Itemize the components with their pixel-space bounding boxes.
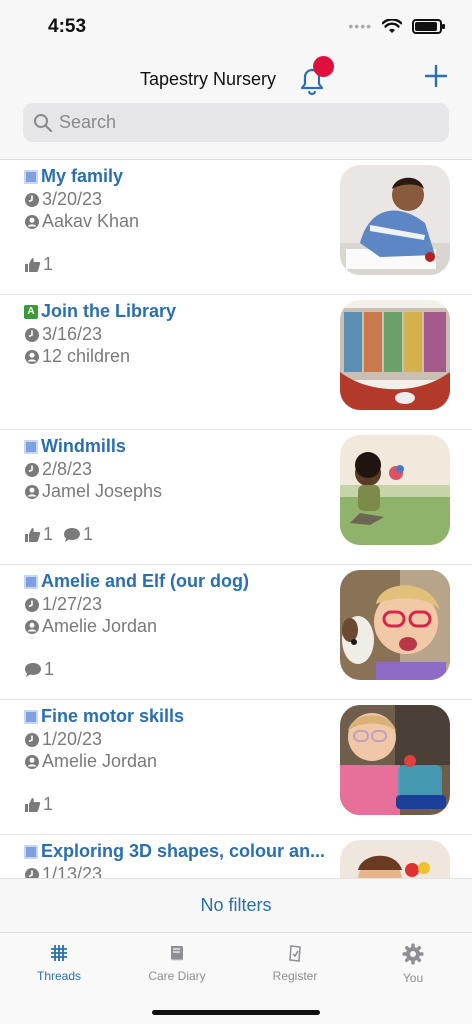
thread-date: 3/20/23	[24, 189, 102, 210]
thread-counts: 1	[24, 254, 53, 275]
register-icon	[289, 945, 301, 962]
thread-thumbnail[interactable]	[340, 165, 450, 275]
thread-date: 2/8/23	[24, 459, 92, 480]
thread-row[interactable]: Exploring 3D shapes, colour an... 1/13/2…	[0, 835, 472, 878]
thread-counts: 1 1	[24, 524, 93, 545]
observation-icon	[24, 439, 38, 454]
thread-thumbnail[interactable]	[340, 435, 450, 545]
search-input[interactable]: Search	[23, 103, 449, 142]
thread-row[interactable]: Windmills 2/8/23 Jamel Josephs 1 1	[0, 430, 472, 565]
like-count[interactable]: 1	[24, 524, 53, 545]
thread-title[interactable]: Amelie and Elf (our dog)	[24, 571, 330, 592]
thread-thumbnail[interactable]	[340, 840, 450, 878]
thread-title[interactable]: A Join the Library	[24, 301, 330, 322]
status-icons: ••••	[348, 18, 445, 34]
book-icon	[170, 946, 183, 961]
add-icon[interactable]	[422, 62, 450, 90]
filter-button[interactable]: No filters	[200, 895, 271, 916]
status-time: 4:53	[48, 16, 87, 37]
wifi-icon	[382, 18, 402, 33]
tab-threads[interactable]: Threads	[0, 933, 118, 1024]
thread-thumbnail[interactable]	[340, 570, 450, 680]
comment-icon	[25, 662, 41, 677]
clock-icon	[25, 192, 39, 207]
thread-counts: 1	[24, 659, 54, 680]
thread-title[interactable]: My family	[24, 166, 330, 187]
tab-bar: Threads Care Diary Register You	[0, 932, 472, 1024]
thread-row[interactable]: Fine motor skills 1/20/23 Amelie Jordan …	[0, 700, 472, 835]
threads-icon	[51, 945, 67, 961]
clock-icon	[25, 732, 39, 747]
search-placeholder: Search	[59, 112, 117, 132]
comment-count[interactable]: 1	[24, 659, 54, 680]
clock-icon	[25, 597, 39, 612]
thread-thumbnail[interactable]	[340, 705, 450, 815]
thumbs-up-icon	[25, 798, 41, 812]
thread-row[interactable]: My family 3/20/23 Aakav Khan 1	[0, 160, 472, 295]
thread-thumbnail[interactable]	[340, 300, 450, 410]
thread-date: 1/13/23	[24, 864, 102, 878]
thread-date: 3/16/23	[24, 324, 102, 345]
thread-row[interactable]: Amelie and Elf (our dog) 1/27/23 Amelie …	[0, 565, 472, 700]
thread-title[interactable]: Exploring 3D shapes, colour an...	[24, 841, 330, 862]
observation-icon	[24, 844, 38, 859]
thumbs-up-icon	[25, 528, 41, 542]
status-bar: 4:53 ••••	[0, 0, 472, 56]
search-icon	[34, 113, 53, 132]
thread-title[interactable]: Fine motor skills	[24, 706, 330, 727]
observation-icon	[24, 709, 38, 724]
person-icon	[25, 214, 39, 229]
comment-icon	[64, 527, 81, 542]
person-icon	[25, 484, 39, 499]
comment-count[interactable]: 1	[63, 524, 93, 545]
thread-person: Aakav Khan	[24, 211, 139, 232]
clock-icon	[25, 867, 39, 878]
home-indicator	[152, 1010, 320, 1015]
thread-person: Amelie Jordan	[24, 616, 157, 637]
observation-icon	[24, 574, 38, 589]
thread-title[interactable]: Windmills	[24, 436, 330, 457]
nav-header: Tapestry Nursery Search	[0, 56, 472, 160]
thread-list[interactable]: My family 3/20/23 Aakav Khan 1 A Join th…	[0, 160, 472, 878]
activity-icon: A	[24, 304, 38, 319]
person-icon	[25, 619, 39, 634]
filter-bar[interactable]: No filters	[0, 878, 472, 932]
person-icon	[25, 349, 39, 364]
clock-icon	[25, 462, 39, 477]
thumbs-up-icon	[25, 258, 41, 272]
thread-date: 1/27/23	[24, 594, 102, 615]
person-icon	[25, 754, 39, 769]
tab-you[interactable]: You	[354, 933, 472, 1024]
thread-date: 1/20/23	[24, 729, 102, 750]
clock-icon	[25, 327, 39, 342]
like-count[interactable]: 1	[24, 794, 53, 815]
thread-counts: 1	[24, 794, 53, 815]
battery-icon	[412, 18, 445, 34]
notification-badge	[313, 56, 334, 77]
gear-icon	[402, 943, 424, 965]
observation-icon	[24, 169, 38, 184]
thread-person: Jamel Josephs	[24, 481, 162, 502]
thread-row[interactable]: A Join the Library 3/16/23 12 children	[0, 295, 472, 430]
signal-icon: ••••	[348, 18, 372, 34]
page-title: Tapestry Nursery	[140, 69, 277, 89]
thread-person: Amelie Jordan	[24, 751, 157, 772]
thread-person: 12 children	[24, 346, 130, 367]
like-count[interactable]: 1	[24, 254, 53, 275]
